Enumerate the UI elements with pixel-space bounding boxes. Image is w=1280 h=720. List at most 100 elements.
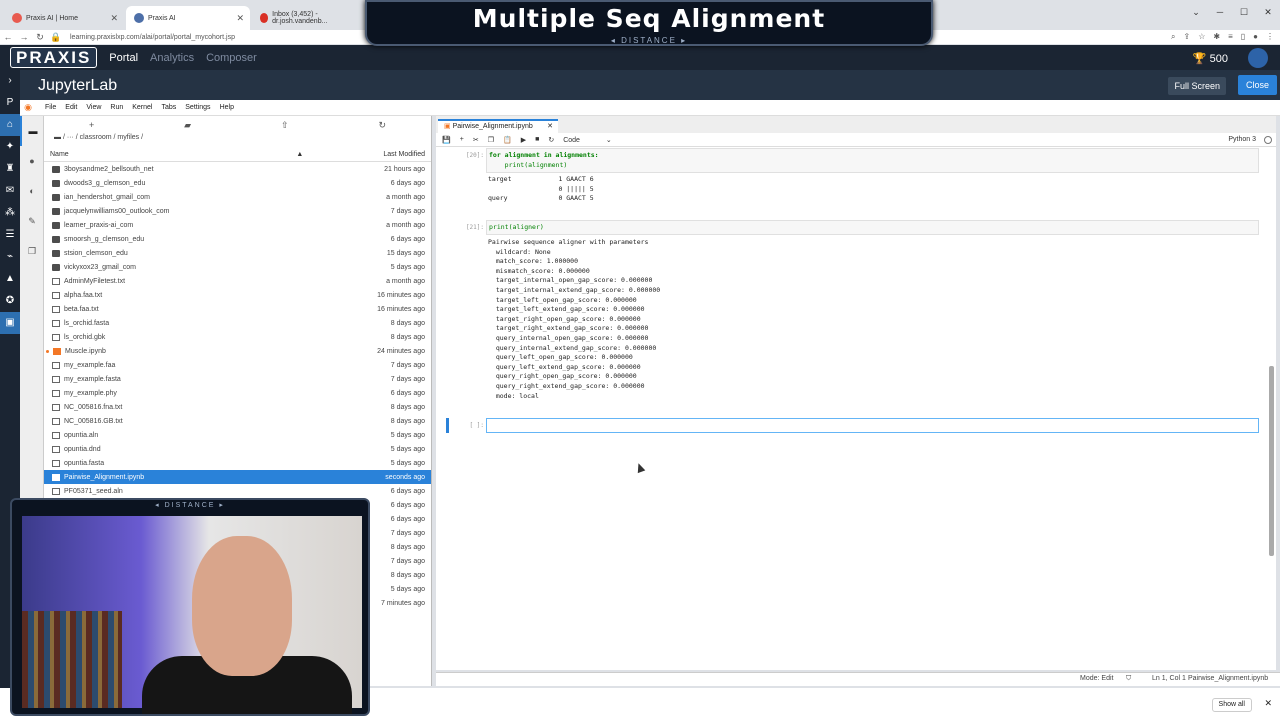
cut-icon[interactable]: ✂ [473, 136, 479, 144]
file-row[interactable]: ian_hendershot_gmail_com a month ago [44, 190, 431, 204]
file-row[interactable]: AdminMyFiletest.txt a month ago [44, 274, 431, 288]
code-cell[interactable]: for alignment in alignments: print(align… [486, 148, 1259, 173]
graduation-icon[interactable]: ▲ [0, 268, 20, 290]
new-folder-icon[interactable]: ▰ [184, 120, 191, 131]
copy-icon[interactable]: ❐ [488, 136, 494, 144]
paste-icon[interactable]: 📋 [503, 136, 512, 144]
browser-tab-praxis-home[interactable]: Praxis AI | Home ✕ [4, 6, 124, 30]
tab-search-icon[interactable]: ⌄ [1184, 0, 1208, 24]
file-row[interactable]: PF05371_seed.aln 6 days ago [44, 484, 431, 498]
nav-analytics[interactable]: Analytics [150, 52, 194, 64]
file-row[interactable]: smoorsh_g_clemson_edu 6 days ago [44, 232, 431, 246]
file-row[interactable]: Muscle.ipynb 24 minutes ago [44, 344, 431, 358]
nav-composer[interactable]: Composer [206, 52, 257, 64]
profile-icon[interactable]: ● [1253, 30, 1258, 44]
close-icon[interactable]: ✕ [1264, 698, 1272, 709]
extensions-icon[interactable]: ✱ [1213, 30, 1220, 44]
tab-pairwise-alignment[interactable]: ▣ Pairwise_Alignment.ipynb ✕ [438, 119, 558, 133]
forward-icon[interactable]: → [16, 32, 32, 42]
p-icon[interactable]: P [0, 92, 20, 114]
nav-portal[interactable]: Portal [109, 52, 138, 64]
restart-icon[interactable]: ↻ [548, 136, 554, 144]
url-field[interactable]: learning.praxislxp.com/alai/portal/porta… [70, 34, 235, 41]
full-screen-button[interactable]: Full Screen [1168, 77, 1226, 95]
file-row[interactable]: NC_005816.GB.txt 8 days ago [44, 414, 431, 428]
file-row[interactable]: Pairwise_Alignment.ipynb seconds ago [44, 470, 431, 484]
avatar[interactable] [1248, 48, 1268, 68]
cursor-position[interactable]: Ln 1, Col 1 [1152, 675, 1186, 682]
file-row[interactable]: my_example.fasta 7 days ago [44, 372, 431, 386]
menu-settings[interactable]: Settings [185, 104, 210, 111]
close-tab-icon[interactable]: ✕ [547, 121, 553, 133]
sort-caret-icon[interactable]: ▲ [296, 151, 303, 158]
file-row[interactable]: vickyxox23_gmail_com 5 days ago [44, 260, 431, 274]
save-icon[interactable]: 💾 [442, 136, 451, 144]
praxis-logo[interactable]: PRAXIS [10, 47, 98, 68]
menu-run[interactable]: Run [110, 104, 123, 111]
close-tab-icon[interactable]: ✕ [110, 13, 118, 24]
browser-tab-inbox[interactable]: Inbox (3,452) - dr.josh.vandenb... [252, 6, 364, 30]
terminal-icon[interactable]: ▣ [0, 312, 20, 334]
run-icon[interactable]: ▶ [521, 136, 526, 144]
file-row[interactable]: dwoods3_g_clemson_edu 6 days ago [44, 176, 431, 190]
file-row[interactable]: my_example.phy 6 days ago [44, 386, 431, 400]
modified-column-header[interactable]: Last Modified [383, 151, 425, 158]
zoom-icon[interactable]: ⌕ [1171, 30, 1175, 44]
medal-icon[interactable]: ✪ [0, 290, 20, 312]
lock-icon[interactable]: 🔒 [48, 32, 64, 43]
menu-icon[interactable]: ⋮ [1266, 30, 1274, 44]
file-row[interactable]: beta.faa.txt 16 minutes ago [44, 302, 431, 316]
file-row[interactable]: ls_orchid.fasta 8 days ago [44, 316, 431, 330]
browser-tab-praxis-ai[interactable]: Praxis AI ✕ [126, 6, 250, 30]
menu-help[interactable]: Help [220, 104, 234, 111]
upload-icon[interactable]: ⇧ [281, 120, 289, 131]
folder-icon[interactable]: ▬ [54, 134, 61, 141]
file-row[interactable]: opuntia.fasta 5 days ago [44, 456, 431, 470]
add-cell-icon[interactable]: + [460, 136, 464, 143]
menu-kernel[interactable]: Kernel [132, 104, 152, 111]
minimize-icon[interactable]: ─ [1208, 0, 1232, 24]
apps-icon[interactable]: ⁂ [0, 202, 20, 224]
show-all-button[interactable]: Show all [1211, 698, 1252, 712]
handshake-icon[interactable]: ✦ [0, 136, 20, 158]
sidebar-icon[interactable]: ▯ [1241, 30, 1245, 44]
file-row[interactable]: NC_005816.fna.txt 8 days ago [44, 400, 431, 414]
reload-icon[interactable]: ↻ [32, 32, 48, 43]
tabs-icon[interactable]: ❐ [20, 236, 44, 266]
file-row[interactable]: opuntia.aln 5 days ago [44, 428, 431, 442]
cell-type-select[interactable]: Code ⌄ [563, 136, 612, 144]
mail-icon[interactable]: ✉ [0, 180, 20, 202]
trophy-rail-icon[interactable]: ♜ [0, 158, 20, 180]
menu-view[interactable]: View [86, 104, 101, 111]
new-launcher-icon[interactable]: + [89, 120, 94, 130]
palette-icon[interactable]: ◐ [20, 176, 44, 206]
file-row[interactable]: alpha.faa.txt 16 minutes ago [44, 288, 431, 302]
file-row[interactable]: stsion_clemson_edu 15 days ago [44, 246, 431, 260]
file-row[interactable]: ls_orchid.gbk 8 days ago [44, 330, 431, 344]
refresh-icon[interactable]: ↻ [378, 120, 386, 131]
kernel-name[interactable]: Python 3 [1228, 133, 1256, 147]
file-row[interactable]: learner_praxis-ai_com a month ago [44, 218, 431, 232]
share-icon[interactable]: ⇪ [1184, 30, 1191, 44]
bookmark-star-icon[interactable]: ☆ [1198, 30, 1205, 44]
stop-icon[interactable]: ■ [535, 136, 539, 143]
active-code-cell-input[interactable] [486, 418, 1259, 433]
name-column-header[interactable]: Name [50, 151, 69, 158]
menu-tabs[interactable]: Tabs [161, 104, 176, 111]
wrench-icon[interactable]: ✎ [20, 206, 44, 236]
close-button[interactable]: Close [1237, 75, 1277, 95]
menu-file[interactable]: File [45, 104, 56, 111]
file-row[interactable]: jacquelynwilliams00_outlook_com 7 days ag… [44, 204, 431, 218]
close-tab-icon[interactable]: ✕ [236, 13, 244, 24]
notebook-scrollbar[interactable] [1269, 366, 1274, 556]
code-cell[interactable]: print(aligner) [486, 220, 1259, 235]
chart-icon[interactable]: ⌁ [0, 246, 20, 268]
file-row[interactable]: opuntia.dnd 5 days ago [44, 442, 431, 456]
menu-edit[interactable]: Edit [65, 104, 77, 111]
running-icon[interactable]: ● [20, 146, 44, 176]
folder-icon[interactable]: ▬ [20, 116, 44, 146]
back-icon[interactable]: ← [0, 32, 16, 42]
reading-list-icon[interactable]: ≡ [1228, 30, 1233, 44]
expand-chevron-icon[interactable]: › [0, 70, 20, 92]
maximize-icon[interactable]: ☐ [1232, 0, 1256, 24]
